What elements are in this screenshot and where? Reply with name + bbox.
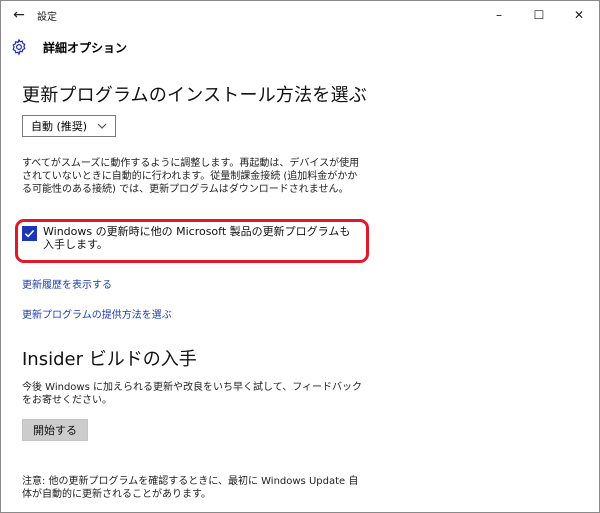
window-title: 設定 [37,11,57,23]
maximize-button[interactable]: ☐ [519,1,559,29]
insider-heading: Insider ビルドの入手 [22,349,197,370]
install-method-heading: 更新プログラムのインストール方法を選ぶ [22,85,367,106]
close-button[interactable]: ✕ [559,1,599,29]
chevron-down-icon [97,121,107,132]
settings-window: ← 設定 – ☐ ✕ 詳細オプション 更新プログラムのインストール方法を選ぶ 自… [0,0,600,513]
update-history-link[interactable]: 更新履歴を表示する [22,276,112,291]
page-title: 詳細オプション [43,40,128,55]
other-products-label: Windows の更新時に他の Microsoft 製品の更新プログラムも入手し… [43,225,351,251]
window-controls: – ☐ ✕ [479,1,599,29]
insider-description: 今後 Windows に加えられる更新や改良をいち早く試して、フィードバックをお… [22,382,362,406]
minimize-button[interactable]: – [479,1,519,29]
install-mode-value: 自動 (推奨) [31,120,88,133]
gear-icon [1,29,37,65]
install-mode-dropdown[interactable]: 自動 (推奨) [22,115,117,137]
back-arrow-icon: ← [13,7,25,23]
other-products-checkbox[interactable] [22,226,37,241]
checkmark-icon [24,229,35,238]
start-insider-button[interactable]: 開始する [22,419,88,441]
install-method-description: すべてがスムーズに動作するように調整します。再起動は、デバイスが使用されていない… [22,158,360,195]
windows-update-note: 注意: 他の更新プログラムを確認するときに、最初に Windows Update… [22,476,359,500]
title-bar: ← 設定 – ☐ ✕ [1,1,599,29]
back-button[interactable]: ← [1,1,37,29]
other-products-option[interactable]: Windows の更新時に他の Microsoft 製品の更新プログラムも入手し… [22,225,353,251]
page-header: 詳細オプション [1,29,599,65]
delivery-method-link[interactable]: 更新プログラムの提供方法を選ぶ [22,306,172,321]
